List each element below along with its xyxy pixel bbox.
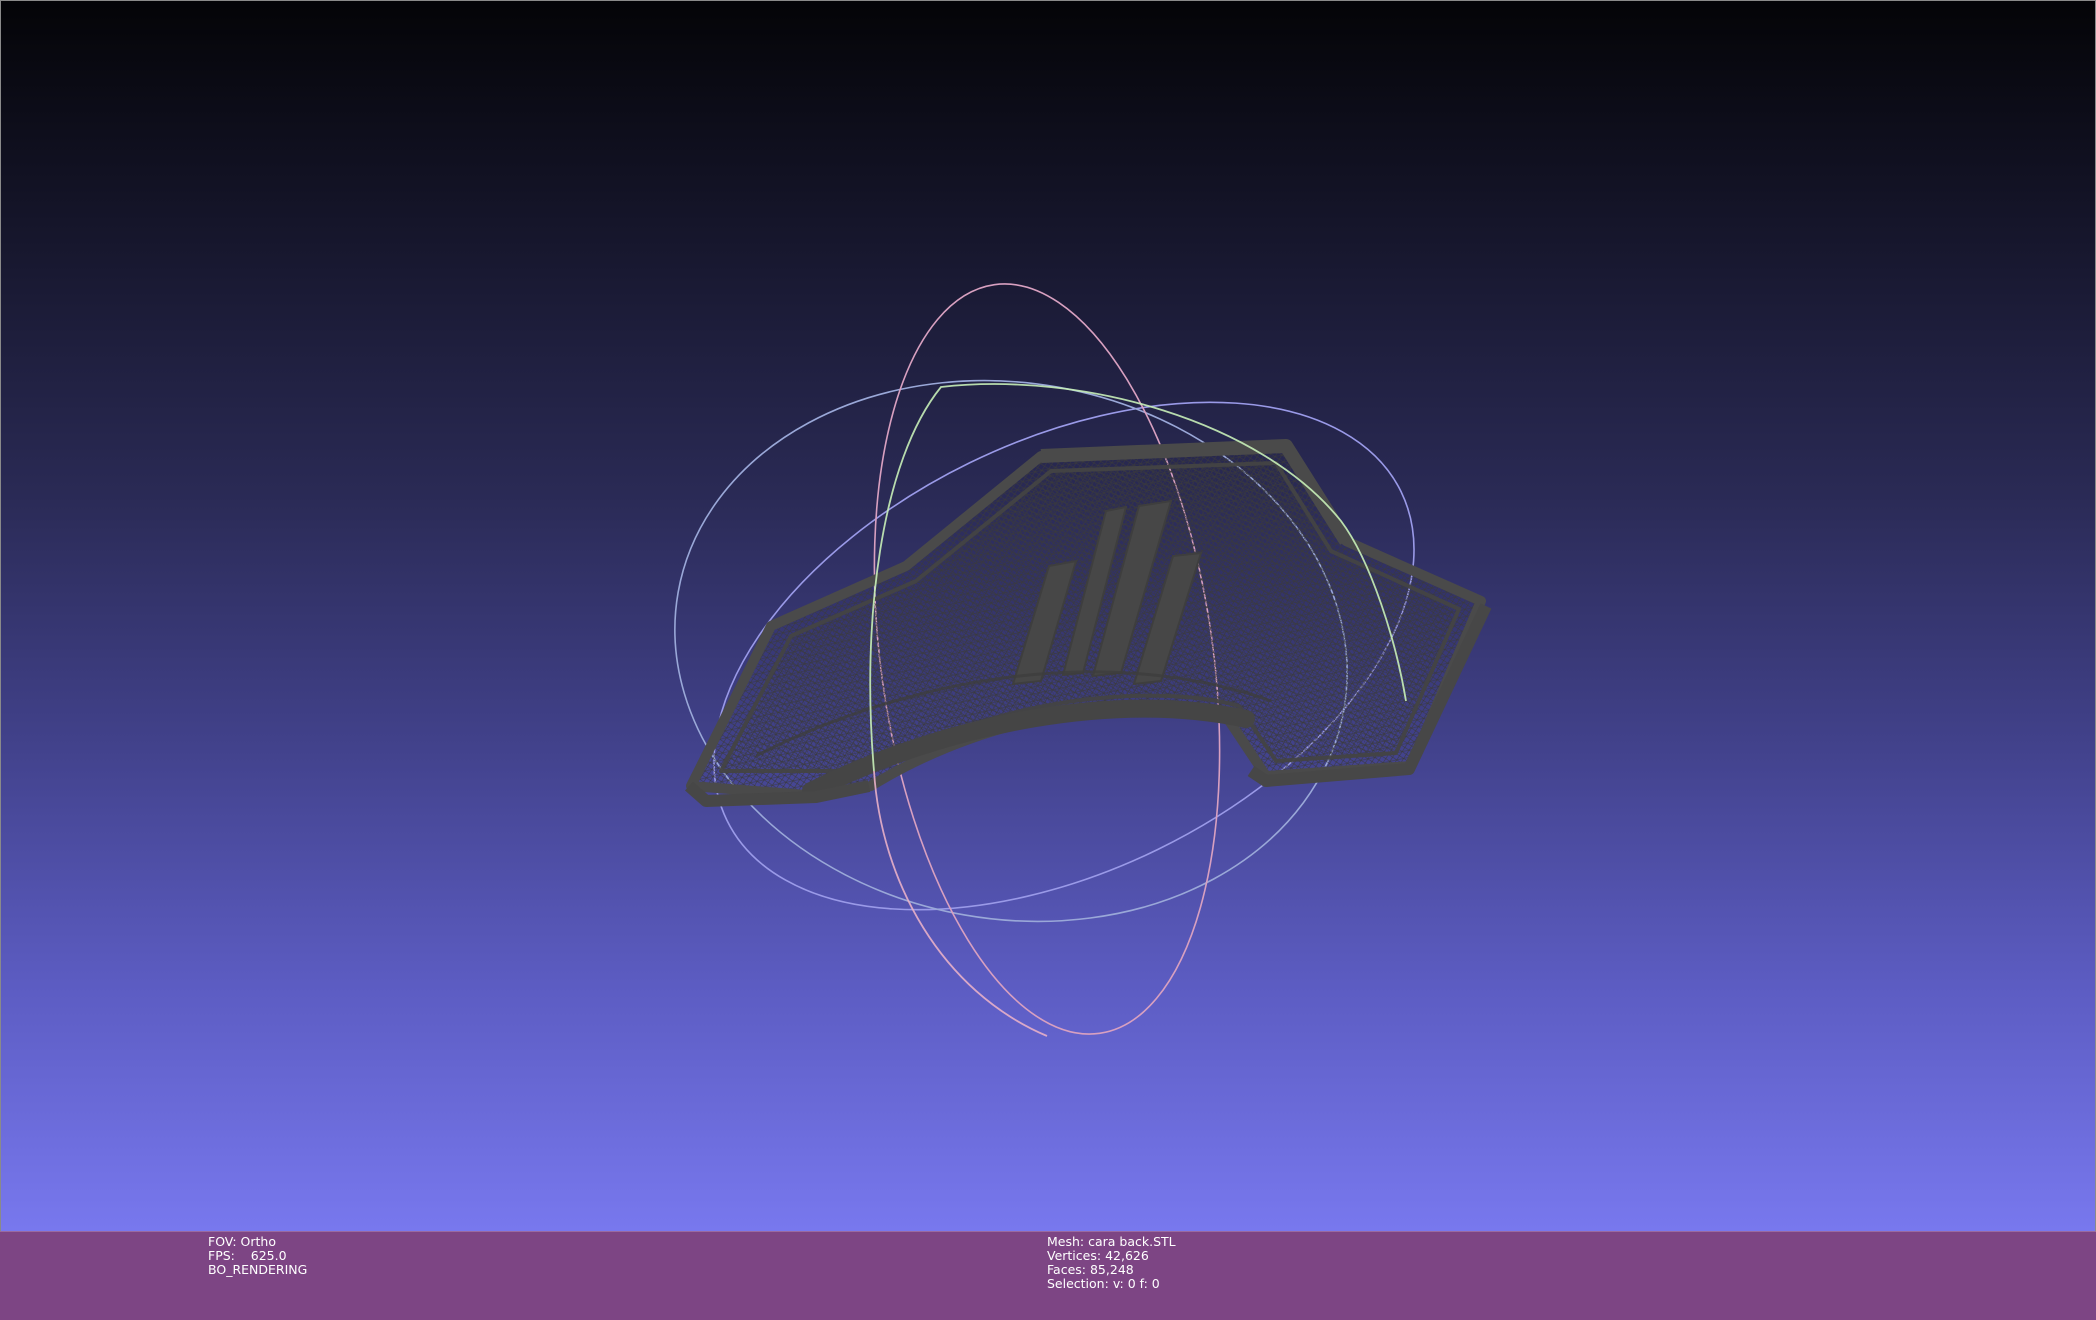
render-info: FOV: Ortho FPS: 625.0 BO_RENDERING <box>208 1235 307 1277</box>
3d-viewport[interactable] <box>0 0 2096 1231</box>
fps-readout: FPS: 625.0 <box>208 1248 287 1263</box>
mesh-info: Mesh: cara back.STL Vertices: 42,626 Fac… <box>1047 1235 1176 1291</box>
scene-canvas[interactable] <box>1 1 2096 1232</box>
vertex-count: Vertices: 42,626 <box>1047 1248 1149 1263</box>
mesh-wireframe <box>685 439 1492 807</box>
mesh-name: Mesh: cara back.STL <box>1047 1234 1176 1249</box>
fov-readout: FOV: Ortho <box>208 1234 276 1249</box>
render-mode: BO_RENDERING <box>208 1262 308 1277</box>
selection-count: Selection: v: 0 f: 0 <box>1047 1276 1160 1291</box>
status-bar: FOV: Ortho FPS: 625.0 BO_RENDERING Mesh:… <box>0 1231 2096 1320</box>
trackball-front-arc-pink[interactable] <box>873 770 1048 1037</box>
face-count: Faces: 85,248 <box>1047 1262 1134 1277</box>
